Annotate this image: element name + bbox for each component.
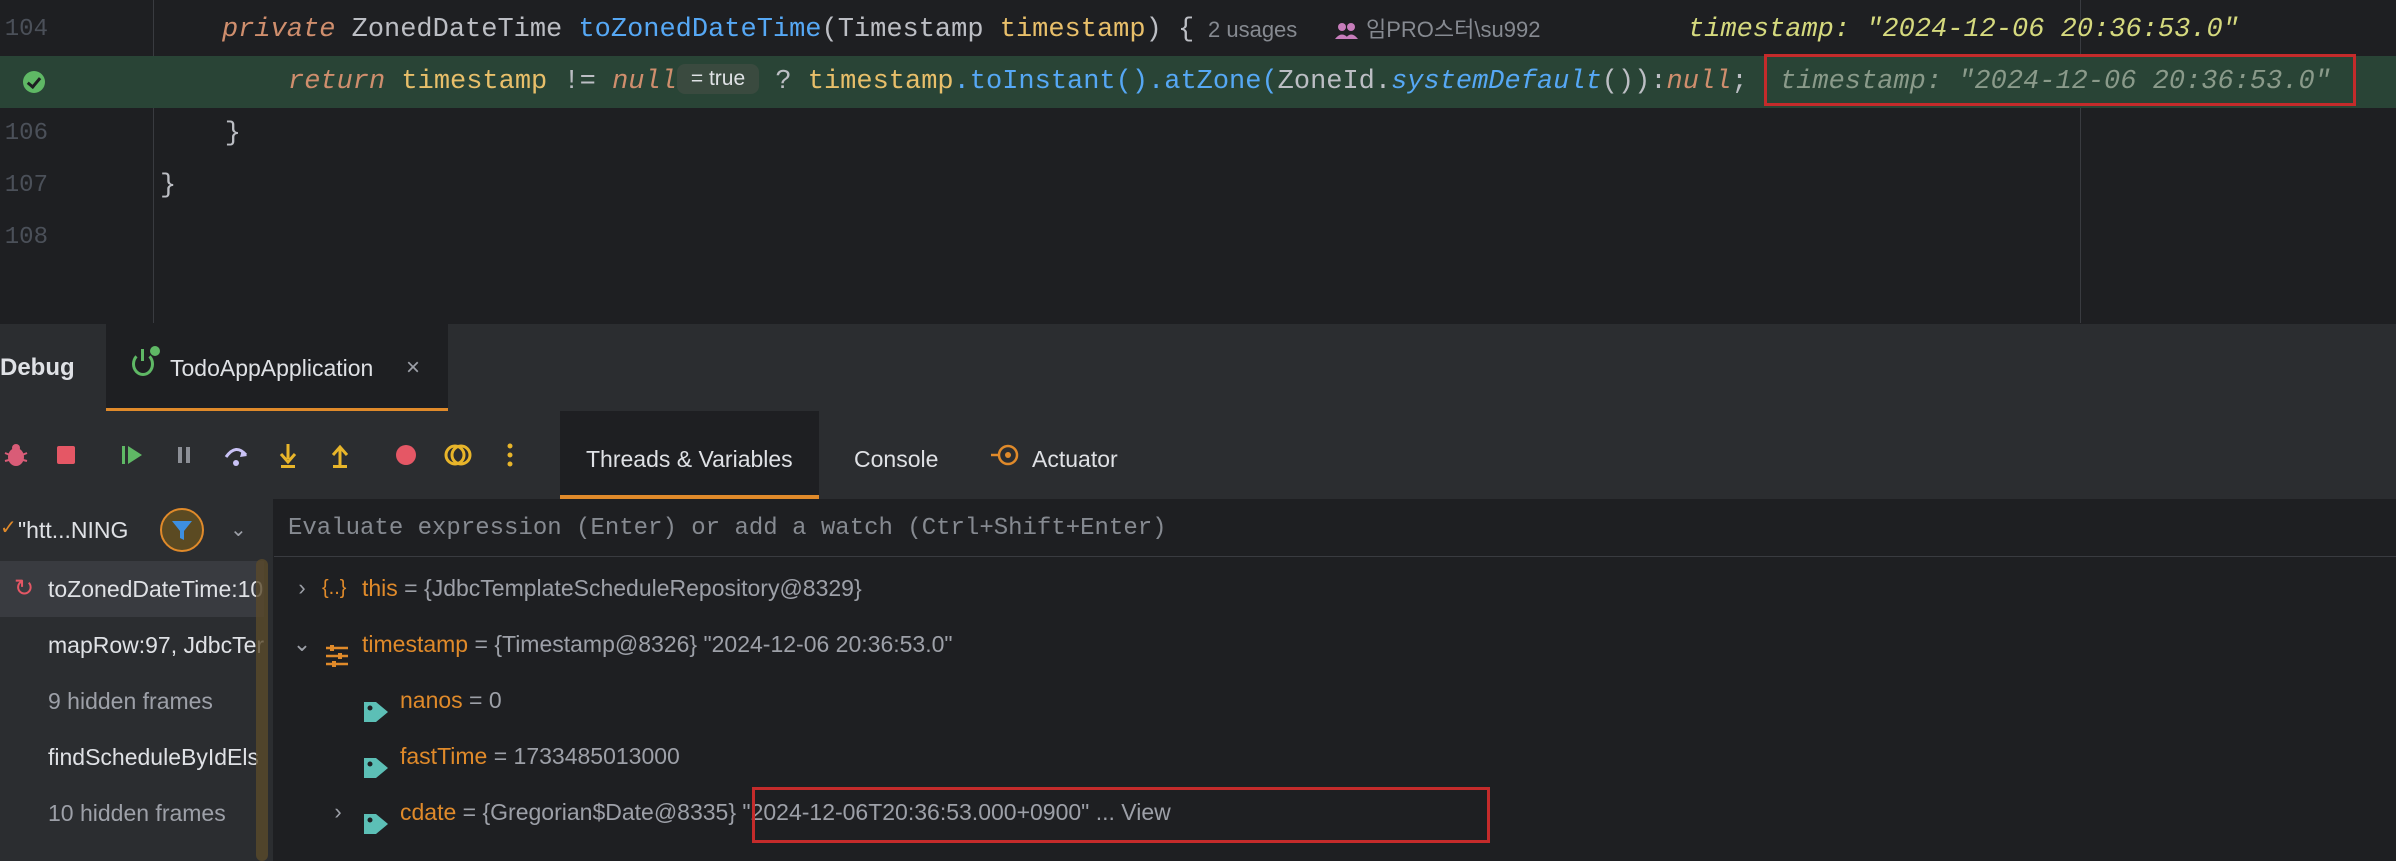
thread-name: "htt...NING [18, 517, 129, 543]
debug-tabs: Threads & Variables Console Actuator [560, 411, 2396, 499]
chevron-down-icon[interactable]: ⌄ [292, 616, 312, 672]
refresh-icon: ↻ [14, 575, 35, 602]
bug-icon[interactable] [2, 441, 30, 469]
frame-item[interactable]: findScheduleByIdEls [0, 729, 264, 785]
chevron-down-icon[interactable]: ⌄ [230, 499, 247, 561]
check-mark-icon: ✓ [0, 517, 17, 539]
evaluate-expression-input[interactable] [288, 507, 2088, 549]
more-options-icon[interactable] [496, 441, 524, 469]
code-line-106[interactable]: 106 } [0, 108, 2396, 160]
step-out-icon[interactable] [326, 441, 354, 469]
inline-debug-value: timestamp: "2024-12-06 20:36:53.0" [1688, 15, 2239, 45]
code-text[interactable]: private ZonedDateTime toZonedDateTime(Ti… [222, 4, 1194, 56]
frames-panel: ✓ "htt...NING ⌄ ↻ toZonedDateTime:10 map… [0, 499, 274, 861]
code-line-107[interactable]: 107 } [0, 160, 2396, 212]
frame-label: toZonedDateTime:10 [48, 576, 264, 602]
step-over-icon[interactable] [222, 441, 250, 469]
frames-scrollbar[interactable] [256, 559, 268, 861]
line-number: 107 [4, 172, 48, 199]
tab-threads-variables[interactable]: Threads & Variables [560, 411, 819, 499]
chevron-right-icon[interactable]: › [292, 560, 312, 616]
line-number: 104 [4, 16, 48, 43]
power-icon [132, 349, 154, 376]
frame-label: 9 hidden frames [48, 688, 213, 714]
frame-item[interactable]: mapRow:97, JdbcTer [0, 617, 264, 673]
frame-label: mapRow:97, JdbcTer [48, 632, 264, 658]
resume-icon[interactable] [118, 441, 146, 469]
variable-row-this[interactable]: › {..} this = {JdbcTemplateScheduleRepos… [274, 560, 2396, 616]
tag-icon [362, 800, 388, 834]
debug-title: Debug [0, 354, 75, 381]
users-icon [1334, 21, 1360, 46]
variable-row-fasttime[interactable]: fastTime = 1733485013000 [274, 728, 2396, 784]
step-into-icon[interactable] [274, 441, 302, 469]
code-text[interactable]: return timestamp != null = true ? timesta… [288, 56, 1748, 108]
actuator-icon [990, 441, 1020, 474]
object-braces-icon: {..} [322, 577, 347, 599]
run-config-label: TodoAppApplication [170, 355, 374, 381]
variables-panel: › {..} this = {JdbcTemplateScheduleRepos… [274, 499, 2396, 861]
chevron-right-icon[interactable]: › [328, 784, 348, 840]
debug-tool-window-header: Debug TodoAppApplication × [0, 323, 2396, 412]
tab-actuator[interactable]: Actuator [1032, 411, 1118, 499]
code-line-104[interactable]: 104 private ZonedDateTime toZonedDateTim… [0, 4, 2396, 56]
tab-console[interactable]: Console [854, 411, 938, 499]
hidden-frames-item[interactable]: 9 hidden frames [0, 673, 264, 729]
mute-breakpoints-icon[interactable] [444, 441, 472, 469]
line-number: 108 [4, 224, 48, 251]
execution-point-check-icon[interactable] [23, 71, 45, 93]
code-line-108[interactable]: 108 [0, 212, 2396, 264]
running-indicator [150, 346, 160, 356]
filter-button[interactable] [160, 508, 204, 552]
author-hint[interactable]: 임PRO스터\su992 [1366, 4, 1540, 56]
debug-toolbar [0, 411, 560, 499]
thread-selector[interactable]: ✓ "htt...NING ⌄ [0, 499, 274, 561]
code-text[interactable]: } [160, 108, 241, 160]
filter-icon [172, 521, 192, 540]
hidden-frames-item[interactable]: 10 hidden frames [0, 785, 264, 841]
frame-item[interactable]: ↻ toZonedDateTime:10 [0, 561, 264, 617]
tag-icon [362, 688, 388, 722]
close-icon[interactable]: × [406, 324, 420, 412]
usages-hint[interactable]: 2 usages [1208, 4, 1297, 56]
code-text[interactable]: } [160, 160, 176, 212]
line-number: 106 [4, 120, 48, 147]
variable-row-timestamp[interactable]: ⌄ timestamp = {Timestamp@8326} "2024-12-… [274, 616, 2396, 672]
code-editor[interactable]: 104 private ZonedDateTime toZonedDateTim… [0, 0, 2396, 323]
tag-icon [362, 744, 388, 778]
evaluate-expression-bar [274, 499, 2396, 557]
highlight-box [1764, 54, 2356, 106]
run-config-tab[interactable]: TodoAppApplication × [106, 324, 448, 412]
frame-label: 10 hidden frames [48, 800, 226, 826]
variable-row-nanos[interactable]: nanos = 0 [274, 672, 2396, 728]
pause-icon[interactable] [170, 441, 198, 469]
inline-eval-badge: = true [676, 63, 760, 94]
frame-label: findScheduleByIdEls [48, 744, 259, 770]
highlight-box [752, 787, 1490, 843]
view-breakpoints-icon[interactable] [392, 441, 420, 469]
stop-icon[interactable] [52, 441, 80, 469]
